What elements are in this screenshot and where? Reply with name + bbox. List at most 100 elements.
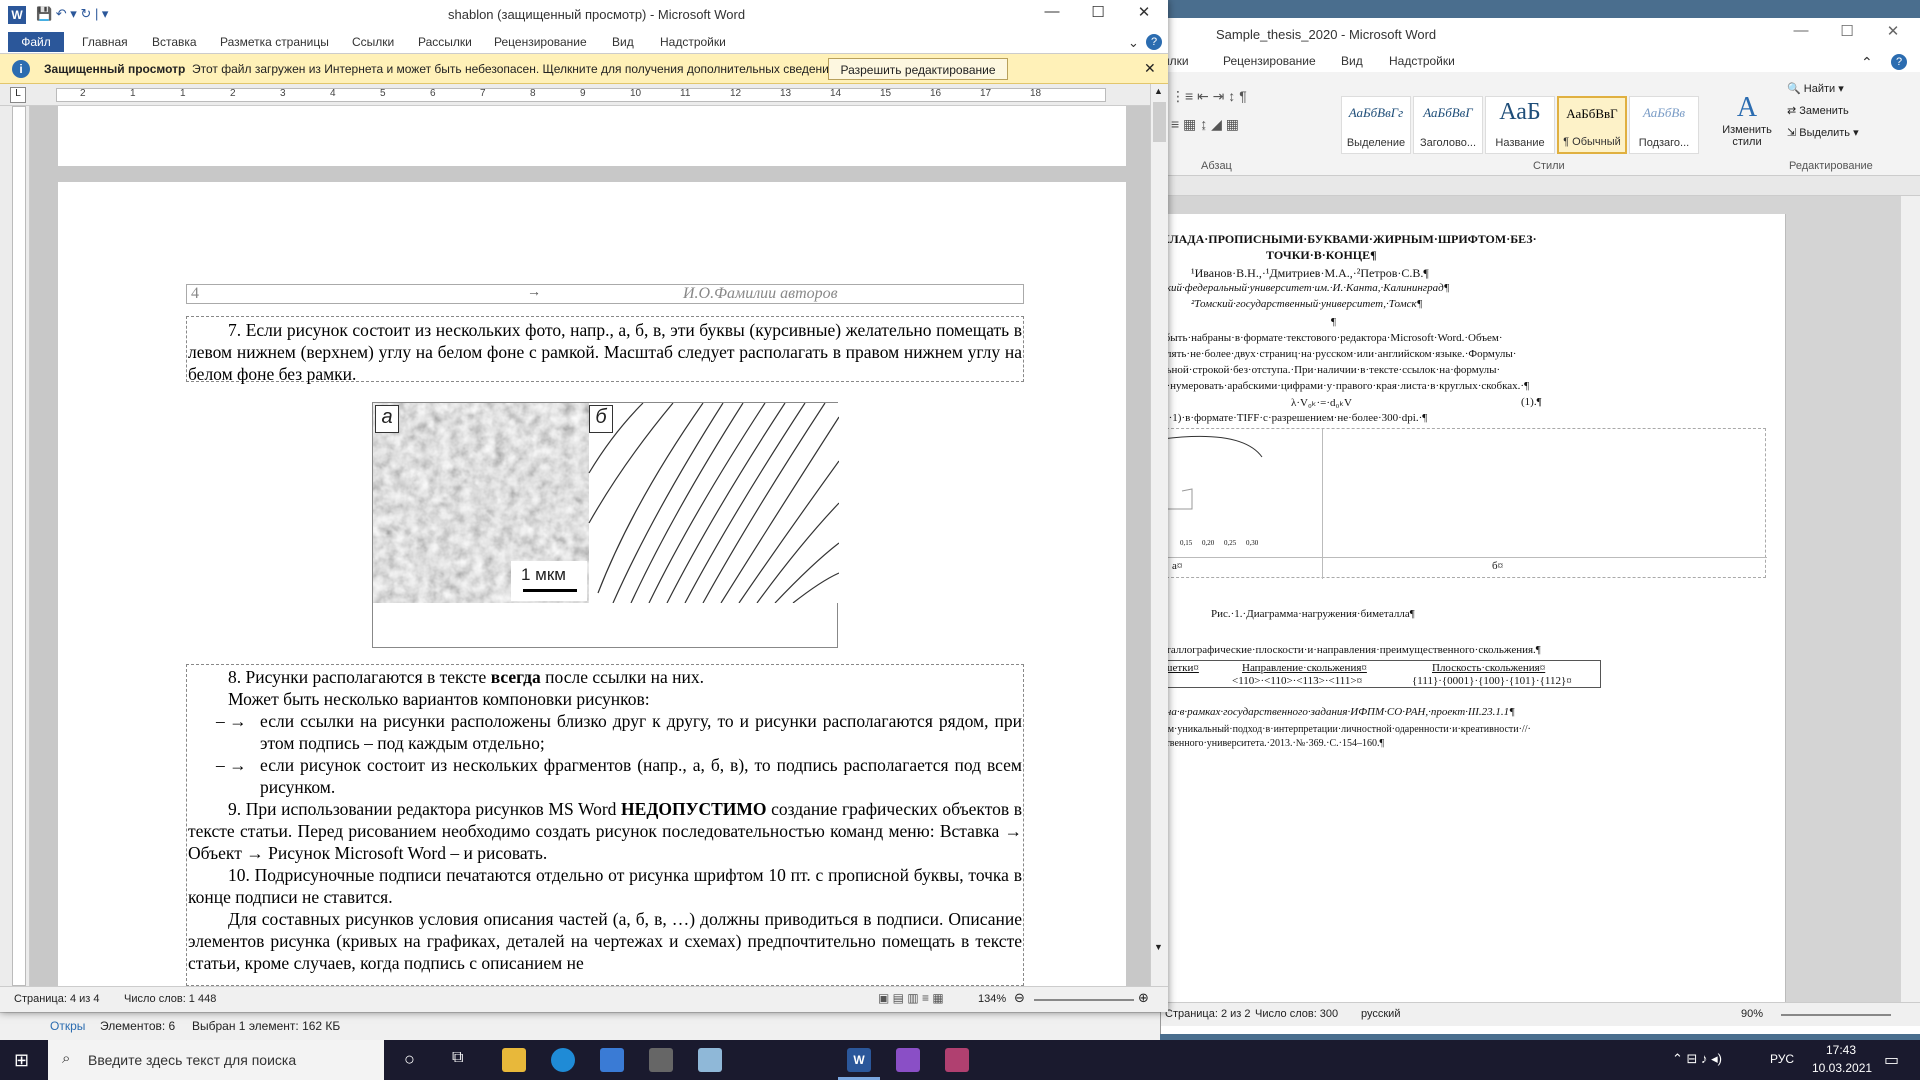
tab-file[interactable]: Файл (8, 32, 64, 52)
slip-table: шетки¤ Направление·скольжения¤ Плоскость… (1161, 660, 1601, 688)
app-icon[interactable] (698, 1048, 722, 1072)
scroll-thumb[interactable] (1153, 102, 1166, 142)
search-box[interactable]: ⌕ Введите здесь текст для поиска (48, 1040, 384, 1080)
ruler-number: 15 (880, 88, 892, 99)
ribbon-tabs: Файл Главная Вставка Разметка страницы С… (0, 30, 1168, 54)
ruler-number: 17 (980, 88, 992, 99)
quick-access-toolbar[interactable]: 💾 ↶ ▾ ↻ | ▾ (36, 6, 108, 22)
tab-review[interactable]: Рецензирование (494, 35, 587, 49)
title-bar: W 💾 ↶ ▾ ↻ | ▾ shablon (защищенный просмо… (0, 0, 1168, 30)
ruler-number: 8 (530, 88, 536, 99)
search-icon: ⌕ (62, 1050, 71, 1067)
mail-icon[interactable] (600, 1048, 624, 1072)
protected-message[interactable]: Этот файл загружен из Интернета и может … (192, 62, 839, 76)
editing-group: 🔍 Найти ▾ ⇄ Заменить ⇲ Выделить ▾ (1787, 78, 1859, 144)
ruler-number: 1 (180, 88, 186, 99)
vertical-ruler[interactable] (0, 106, 30, 986)
help-icon[interactable]: ? (1146, 34, 1162, 50)
fig-label-a: а (375, 405, 399, 433)
figure-frame: а б 1 мкм (372, 402, 839, 648)
windows-start-icon[interactable]: ⊞ (14, 1050, 29, 1071)
horizontal-ruler[interactable] (1161, 176, 1920, 196)
clock-time[interactable]: 17:43 (1826, 1043, 1856, 1057)
maximize-button[interactable]: ☐ (1827, 22, 1867, 46)
zoom-out-button[interactable]: ⊖ (1014, 990, 1025, 1006)
replace-button[interactable]: ⇄ Заменить (1787, 100, 1859, 122)
vertical-scrollbar[interactable] (1901, 196, 1920, 1002)
window-title: Sample_thesis_2020 - Microsoft Word (1216, 27, 1437, 42)
ribbon: ⋮≡ ⇤ ⇥ ↕ ¶ ≡ ▦ ↨ ◢ ▦ АаБбВвГг Выделение Аа… (1161, 72, 1920, 176)
tab-insert[interactable]: Вставка (152, 35, 197, 49)
bullet-mark: – → (216, 755, 247, 775)
scroll-down-arrow[interactable]: ▼ (1154, 942, 1163, 952)
chevron-down-icon[interactable]: ⌄ (1128, 35, 1139, 51)
ruler-number: 6 (430, 88, 436, 99)
tab-stop-selector[interactable]: L (10, 87, 26, 103)
view-mode-icons[interactable]: ▣ ▤ ▥ ≡ ▦ (878, 991, 944, 1005)
language-indicator[interactable]: РУС (1770, 1052, 1794, 1066)
file-explorer-icon[interactable] (502, 1048, 526, 1072)
visual-studio-icon[interactable] (896, 1048, 920, 1072)
clock-date[interactable]: 10.03.2021 (1812, 1061, 1872, 1075)
status-bar: Страница: 2 из 2 Число слов: 300 русский… (1161, 1002, 1920, 1026)
ruler-number: 12 (730, 88, 742, 99)
close-icon[interactable]: ✕ (1144, 60, 1156, 77)
tab-home[interactable]: Главная (82, 35, 128, 49)
tab-mailings[interactable]: Рассылки (418, 35, 472, 49)
word-taskbar-icon[interactable]: W (847, 1048, 871, 1072)
tab-page-layout[interactable]: Разметка страницы (220, 35, 329, 49)
zoom-slider[interactable] (1781, 1014, 1891, 1016)
scale-bar: 1 мкм (511, 561, 587, 601)
chevron-up-icon[interactable]: ⌃ (1861, 54, 1873, 71)
style-emphasis[interactable]: АаБбВвГг Выделение (1341, 96, 1411, 154)
tab-view[interactable]: Вид (1341, 54, 1363, 68)
maximize-button[interactable]: ☐ (1076, 3, 1120, 27)
window-title: shablon (защищенный просмотр) - Microsof… (448, 7, 746, 22)
zoom-slider[interactable] (1034, 999, 1134, 1001)
enable-editing-button[interactable]: Разрешить редактирование (828, 58, 1008, 80)
ruler-number: 18 (1030, 88, 1042, 99)
ruler-number: 5 (380, 88, 386, 99)
scroll-up-arrow[interactable]: ▲ (1154, 86, 1163, 96)
calculator-icon[interactable] (649, 1048, 673, 1072)
style-title[interactable]: АаБ Название (1485, 96, 1555, 154)
cortana-icon[interactable]: ○ (404, 1049, 415, 1070)
style-heading[interactable]: АаБбВвГ Заголово... (1413, 96, 1483, 154)
tab-references[interactable]: Ссылки (352, 35, 394, 49)
minimize-button[interactable]: — (1030, 3, 1074, 27)
tab-review[interactable]: Рецензирование (1223, 54, 1316, 68)
figure-caption: Рис.·1.·Диаграмма·нагружения·биметалла¶ (1211, 608, 1415, 620)
help-icon[interactable]: ? (1891, 54, 1907, 70)
figure-table: 0 0,15 0,20 0,25 0,30 а¤ б¤ (1161, 428, 1767, 579)
vertical-scrollbar[interactable]: ▲ ▼ (1150, 84, 1168, 986)
tab-view[interactable]: Вид (612, 35, 634, 49)
horizontal-ruler[interactable]: L 2 1 1 2 3 4 5 6 7 8 9 10 11 12 13 14 15 16 17 18 (0, 84, 1168, 106)
change-styles-icon: A (1736, 92, 1758, 123)
tab-addins[interactable]: Надстройки (1389, 54, 1455, 68)
minimize-button[interactable]: — (1781, 22, 1821, 46)
notifications-icon[interactable]: ▭ (1884, 1050, 1899, 1070)
document-area: КЛАДА·ПРОПИСНЫМИ·БУКВАМИ·ЖИРНЫМ·ШРИФТОМ·… (1161, 196, 1901, 1002)
open-link[interactable]: Откры (50, 1019, 85, 1033)
previous-page-bottom (58, 106, 1126, 166)
select-button[interactable]: ⇲ Выделить ▾ (1787, 122, 1859, 144)
body-text: 8. Рисунки располагаются в тексте всегда… (188, 667, 1022, 973)
group-styles-label: Стили (1533, 160, 1565, 172)
close-button[interactable]: ✕ (1122, 3, 1166, 27)
winrar-icon[interactable] (945, 1048, 969, 1072)
tray-icons[interactable]: ⌃ ⊟ ♪ ◂) (1672, 1051, 1722, 1067)
zoom-in-button[interactable]: ⊕ (1138, 990, 1149, 1006)
task-view-icon[interactable]: ⧉ (452, 1049, 463, 1067)
ruler-number: 3 (280, 88, 286, 99)
find-button[interactable]: 🔍 Найти ▾ (1787, 78, 1859, 100)
word-window-shablon: W 💾 ↶ ▾ ↻ | ▾ shablon (защищенный просмо… (0, 0, 1168, 1012)
edge-icon[interactable] (551, 1048, 575, 1072)
style-subtitle[interactable]: АаБбВв Подзаго... (1629, 96, 1699, 154)
status-bar: Страница: 4 из 4 Число слов: 1 448 ▣ ▤ ▥… (0, 986, 1168, 1012)
change-styles-button[interactable]: A Изменить стили (1719, 92, 1775, 148)
close-button[interactable]: ✕ (1873, 22, 1913, 46)
word-window-sample-thesis: Sample_thesis_2020 - Microsoft Word — ☐ … (1160, 18, 1920, 1034)
paragraph-tools[interactable]: ⋮≡ ⇤ ⇥ ↕ ¶ ≡ ▦ ↨ ◢ ▦ (1171, 82, 1321, 162)
style-normal[interactable]: АаБбВвГ ¶ Обычный (1557, 96, 1627, 154)
tab-addins[interactable]: Надстройки (660, 35, 726, 49)
